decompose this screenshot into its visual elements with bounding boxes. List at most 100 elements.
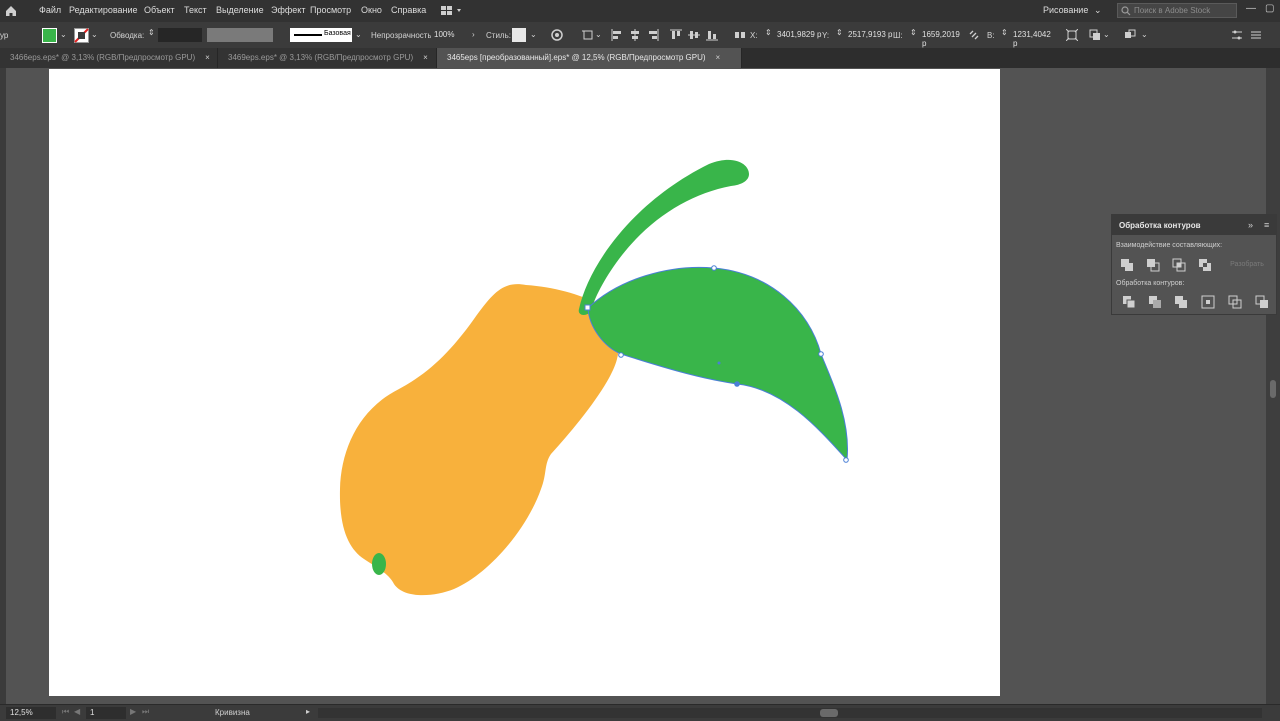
stroke-stepper-icon[interactable]: ⇕ — [148, 28, 155, 37]
menu-effect[interactable]: Эффект — [271, 5, 305, 15]
y-value: 2517,9193 р — [848, 30, 893, 39]
menu-view[interactable]: Просмотр — [310, 5, 351, 15]
artboard[interactable] — [49, 69, 1000, 696]
collapse-icon[interactable]: » — [1248, 220, 1253, 230]
next-artboard-icon[interactable]: ▶ — [130, 707, 136, 716]
brush-definition[interactable]: Базовая — [290, 28, 352, 42]
tools-panel-edge[interactable] — [0, 68, 6, 704]
pear-body[interactable] — [339, 284, 620, 596]
divide-icon[interactable] — [1122, 295, 1136, 309]
status-menu-icon[interactable]: ▸ — [306, 707, 310, 716]
graphic-style-swatch[interactable] — [512, 28, 526, 42]
chevron-down-icon[interactable]: ⌄ — [530, 30, 537, 39]
arrange-icon[interactable] — [1124, 29, 1136, 41]
arrange-documents-icon[interactable] — [441, 5, 465, 17]
chevron-down-icon[interactable]: ⌄ — [60, 30, 67, 39]
stroke-swatch-none-icon[interactable] — [74, 28, 89, 43]
crop-icon[interactable] — [1201, 295, 1215, 309]
intersect-icon[interactable] — [1172, 258, 1186, 272]
constrain-proportions-icon[interactable] — [968, 29, 980, 41]
menu-icon[interactable] — [1250, 29, 1262, 41]
artboard-select[interactable]: 1 — [86, 707, 126, 719]
tab-3466eps[interactable]: 3466eps.eps* @ 3,13% (RGB/Предпросмотр G… — [0, 48, 218, 68]
chevron-down-icon[interactable]: ⌄ — [1103, 30, 1110, 39]
panel-header[interactable]: Обработка контуров » ≡ — [1112, 215, 1276, 235]
exclude-icon[interactable] — [1198, 258, 1212, 272]
chevron-down-icon[interactable]: ⌄ — [1094, 5, 1102, 16]
x-stepper-icon[interactable]: ⇕ — [765, 28, 772, 37]
chevron-down-icon[interactable]: ⌄ — [91, 30, 98, 39]
chevron-down-icon[interactable]: ⌄ — [1141, 30, 1148, 39]
first-artboard-icon[interactable]: ⏮ — [62, 707, 69, 717]
menu-edit[interactable]: Редактирование — [69, 5, 138, 15]
anchor-point[interactable] — [818, 351, 824, 357]
close-icon[interactable]: × — [423, 53, 428, 62]
anchor-point[interactable] — [711, 265, 717, 271]
chevron-down-icon[interactable]: ⌄ — [355, 30, 362, 39]
close-icon[interactable]: × — [716, 53, 721, 62]
align-center-icon[interactable] — [629, 29, 641, 41]
menu-select[interactable]: Выделение — [216, 5, 264, 15]
y-stepper-icon[interactable]: ⇕ — [836, 28, 843, 37]
trim-icon[interactable] — [1148, 295, 1162, 309]
recolor-artwork-icon[interactable] — [551, 29, 563, 41]
outline-icon[interactable] — [1228, 295, 1242, 309]
toolbar-options-icon[interactable] — [1231, 29, 1243, 41]
align-bottom-icon[interactable] — [706, 29, 718, 41]
menu-type[interactable]: Текст — [184, 5, 207, 15]
menu-window[interactable]: Окно — [361, 5, 382, 15]
h-stepper-icon[interactable]: ⇕ — [1001, 28, 1008, 37]
maximize-icon[interactable]: ▢ — [1265, 3, 1274, 14]
vertical-scrollbar[interactable] — [1266, 68, 1280, 704]
merge-icon[interactable] — [1174, 295, 1188, 309]
home-icon[interactable] — [4, 4, 18, 18]
minus-back-icon[interactable] — [1255, 295, 1269, 309]
align-to-icon[interactable] — [582, 29, 594, 41]
y-input[interactable]: 2517,9193 р — [845, 28, 897, 42]
variable-width-profile[interactable] — [207, 28, 273, 42]
align-right-icon[interactable] — [647, 29, 659, 41]
stroke-weight-input[interactable] — [158, 28, 202, 42]
align-middle-icon[interactable] — [688, 29, 700, 41]
last-artboard-icon[interactable]: ⏭ — [142, 707, 149, 717]
anchor-point[interactable] — [618, 352, 624, 358]
stroke-label: Обводка: — [110, 31, 145, 40]
isolate-icon[interactable] — [1089, 29, 1101, 41]
previous-artboard-icon[interactable]: ◀ — [74, 707, 80, 716]
x-input[interactable]: 3401,9829 р — [774, 28, 826, 42]
minus-front-icon[interactable] — [1146, 258, 1160, 272]
zoom-select[interactable]: 12,5% — [6, 707, 56, 719]
chevron-right-icon[interactable]: › — [472, 30, 475, 39]
distribute-icon[interactable] — [734, 29, 746, 41]
align-top-icon[interactable] — [670, 29, 682, 41]
w-stepper-icon[interactable]: ⇕ — [910, 28, 917, 37]
stock-search-input[interactable]: Поиск в Adobe Stock — [1117, 3, 1237, 18]
scroll-thumb[interactable] — [820, 709, 838, 717]
w-input[interactable]: 1659,2019 р — [919, 28, 969, 48]
scroll-thumb[interactable] — [1270, 380, 1276, 398]
menu-object[interactable]: Объект — [144, 5, 175, 15]
artwork[interactable] — [49, 69, 1000, 696]
h-input[interactable]: 1231,4042 р — [1010, 28, 1060, 48]
tab-3469eps[interactable]: 3469eps.eps* @ 3,13% (RGB/Предпросмотр G… — [218, 48, 437, 68]
chevron-down-icon[interactable]: ⌄ — [595, 30, 602, 39]
anchor-point[interactable] — [843, 457, 849, 463]
expand-button[interactable]: Разобрать — [1222, 258, 1272, 272]
workspace-switcher[interactable]: Рисование — [1043, 5, 1088, 15]
menu-help[interactable]: Справка — [391, 5, 426, 15]
menu-file[interactable]: Файл — [39, 5, 61, 15]
horizontal-scrollbar[interactable] — [318, 708, 1262, 718]
anchor-point[interactable] — [584, 304, 591, 311]
minimize-icon[interactable]: — — [1246, 3, 1256, 14]
close-icon[interactable]: × — [205, 53, 210, 62]
panel-menu-icon[interactable]: ≡ — [1264, 220, 1269, 230]
unite-icon[interactable] — [1120, 258, 1134, 272]
opacity-input[interactable]: 100% — [431, 28, 467, 42]
green-dot[interactable] — [372, 553, 386, 575]
transform-icon[interactable] — [1066, 29, 1078, 41]
align-left-icon[interactable] — [611, 29, 623, 41]
fill-swatch[interactable] — [42, 28, 57, 43]
panel-title: Обработка контуров — [1119, 221, 1201, 230]
anchor-point[interactable] — [734, 381, 740, 387]
tab-3465eps[interactable]: 3465eps [преобразованный].eps* @ 12,5% (… — [437, 48, 742, 68]
